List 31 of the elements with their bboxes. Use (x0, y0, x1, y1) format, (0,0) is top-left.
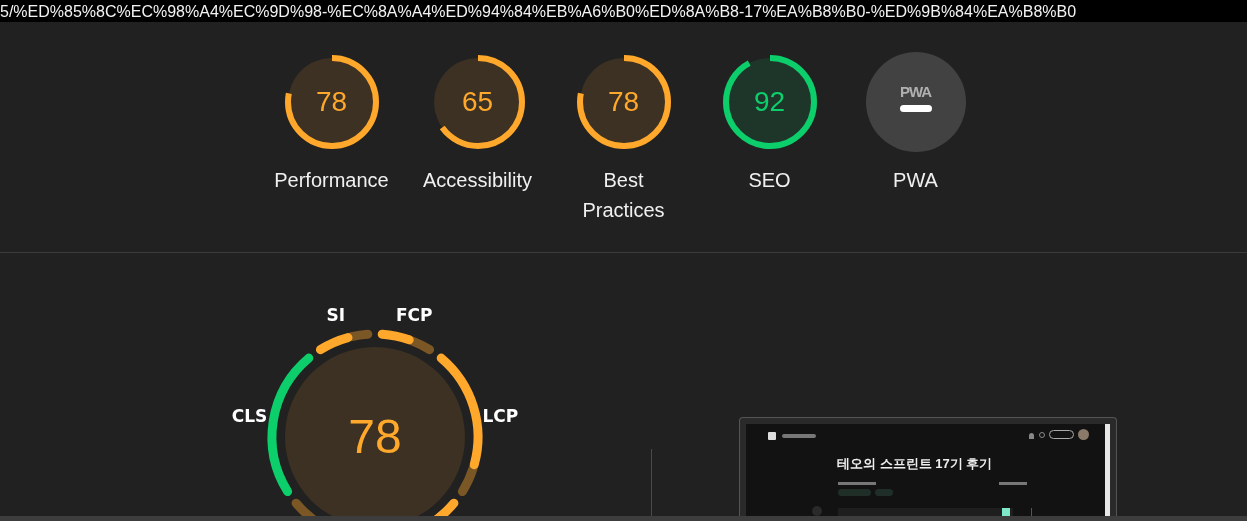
bookmark-icon (1002, 508, 1010, 516)
edit-links (999, 482, 1027, 485)
metric-label: SI (326, 304, 346, 328)
logo-icon (768, 432, 776, 440)
post-title: 테오의 스프린트 17기 후기 (837, 456, 993, 472)
metric-label: LCP (482, 405, 519, 429)
score-value: 78 (348, 409, 402, 465)
avatar-icon (1078, 429, 1089, 440)
metric-label: CLS (231, 405, 268, 429)
metric-track (457, 463, 478, 497)
category-label: Accessibility (422, 168, 533, 193)
category-label: Performance (273, 168, 390, 193)
pwa-logo: PWA (899, 84, 932, 99)
bell-icon (1029, 433, 1034, 439)
toc-line (1031, 508, 1032, 516)
category-label: PWA (892, 168, 939, 193)
category-label: Best Practices (581, 168, 666, 223)
score-value: 65 (461, 85, 494, 119)
metric-track (408, 336, 435, 355)
score-value: 92 (753, 85, 786, 119)
category-label: SEO (747, 168, 792, 193)
dash-icon (899, 105, 932, 112)
metric-label: FCP (395, 304, 433, 328)
score-value: 78 (607, 85, 640, 119)
tag-chip (875, 489, 893, 496)
score-value: 78 (315, 85, 348, 119)
url-text: 5/%ED%85%8C%EC%98%A4%EC%9D%98-%EC%8A%A4%ED%94%84%EB%A6%B0%ED%8A%B8-17%EA%B8%B0-%ED%9B%84%EA%B8%B0 (0, 2, 1077, 22)
post-meta (838, 482, 876, 485)
metric-track (347, 329, 373, 342)
tag-chip (838, 489, 871, 496)
site-name (782, 434, 816, 438)
